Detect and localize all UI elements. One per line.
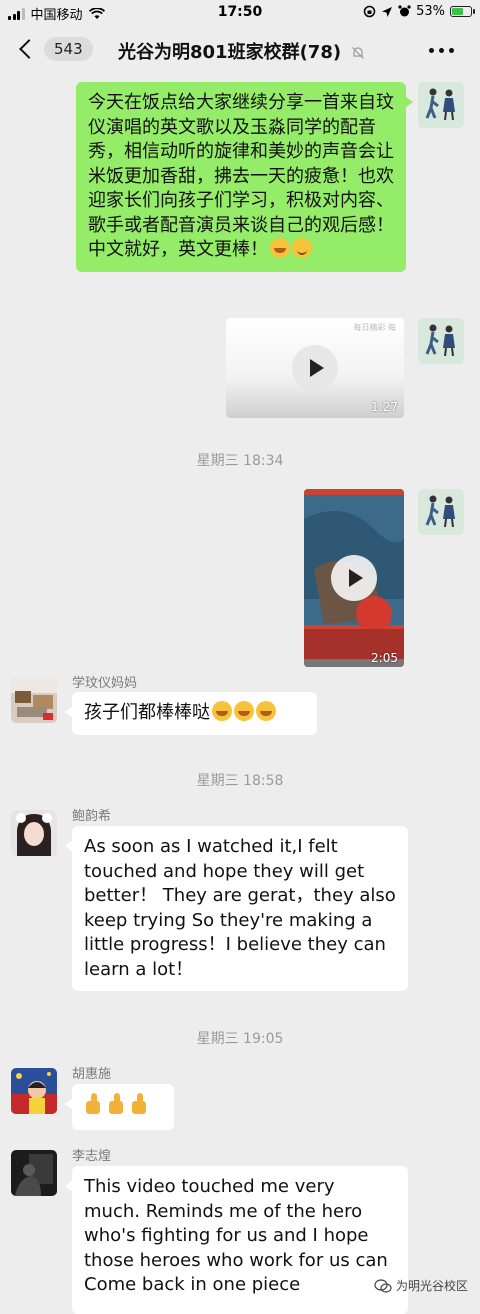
thumbs-up-emoji-icon (107, 1093, 127, 1115)
wechat-logo-icon (374, 1278, 392, 1293)
sender-name: 李志煌 (72, 1149, 112, 1164)
video-message[interactable]: 2:05 (304, 489, 404, 667)
timestamp: 星期三 19:05 (196, 1031, 284, 1047)
sender-avatar[interactable] (11, 1150, 57, 1196)
message-text: As soon as I watched it,I felt touched a… (84, 836, 396, 980)
message-text: 孩子们都棒棒哒 (84, 702, 210, 723)
chat-header: 543 光谷为明801班家校群(78) (0, 26, 480, 74)
thumbs-up-emoji-icon (84, 1093, 104, 1115)
video-duration: 2:05 (371, 651, 398, 665)
message-text: This video touched me very much. Reminds… (84, 1176, 388, 1295)
group-name: 光谷为明801班家校群(78) (118, 42, 342, 63)
status-bar: 中国移动 17:50 53% (0, 0, 480, 26)
sender-name: 鲍韵希 (72, 809, 112, 824)
message-text: 今天在饭点给大家继续分享一首来自玟仪演唱的英文歌以及玉淼同学的配音秀，相信动听的… (88, 92, 394, 260)
people-dancing-icon (418, 82, 464, 128)
sender-avatar[interactable] (11, 810, 57, 856)
timestamp: 星期三 18:34 (196, 453, 284, 469)
watermark: 为明光谷校区 (374, 1277, 468, 1294)
message-bubble[interactable] (65, 1084, 174, 1130)
avatar-photo (11, 810, 57, 856)
video-thumbnail-caption: 每日精彩 每 (353, 323, 396, 332)
watermark-text: 为明光谷校区 (395, 1279, 468, 1293)
message-bubble[interactable]: As soon as I watched it,I felt touched a… (65, 826, 408, 991)
back-button[interactable]: 543 (14, 34, 104, 64)
my-avatar[interactable] (418, 318, 464, 364)
laugh-emoji-icon (256, 701, 276, 721)
sender-avatar[interactable] (11, 1068, 57, 1114)
laugh-emoji-icon (212, 701, 232, 721)
video-duration: 1:27 (371, 400, 398, 414)
rotation-lock-icon (363, 5, 376, 18)
avatar-photo (11, 1150, 57, 1196)
my-avatar[interactable] (418, 82, 464, 128)
thumbs-up-emoji-icon (130, 1093, 150, 1115)
video-message[interactable]: 每日精彩 每 1:27 (226, 318, 404, 418)
my-avatar[interactable] (418, 489, 464, 535)
sender-name: 学玟仪妈妈 (72, 676, 138, 691)
battery-percent: 53% (416, 4, 445, 19)
people-dancing-icon (418, 318, 464, 364)
avatar-photo (11, 1068, 57, 1114)
timestamp: 星期三 18:58 (196, 773, 284, 789)
message-bubble[interactable]: 今天在饭点给大家继续分享一首来自玟仪演唱的英文歌以及玉淼同学的配音秀，相信动听的… (76, 82, 413, 272)
play-icon[interactable] (292, 345, 338, 391)
sender-avatar[interactable] (11, 677, 57, 723)
chevron-left-icon (19, 39, 39, 59)
more-options-button[interactable] (429, 48, 454, 53)
laugh-emoji-icon (234, 701, 254, 721)
page-title: 光谷为明801班家校群(78) (118, 38, 365, 64)
unread-count-badge: 543 (44, 37, 93, 61)
alarm-icon (398, 5, 411, 17)
avatar-photo (11, 677, 57, 723)
sender-name: 胡惠施 (72, 1067, 112, 1082)
laugh-emoji-icon (270, 238, 290, 258)
grin-emoji-icon (292, 238, 312, 258)
message-bubble[interactable]: This video touched me very much. Reminds… (65, 1166, 408, 1314)
battery-icon (450, 6, 475, 17)
mute-bell-icon (352, 47, 365, 59)
location-icon (382, 6, 393, 17)
people-dancing-icon (418, 489, 464, 535)
message-bubble[interactable]: 孩子们都棒棒哒 (65, 692, 317, 735)
play-icon[interactable] (331, 555, 377, 601)
